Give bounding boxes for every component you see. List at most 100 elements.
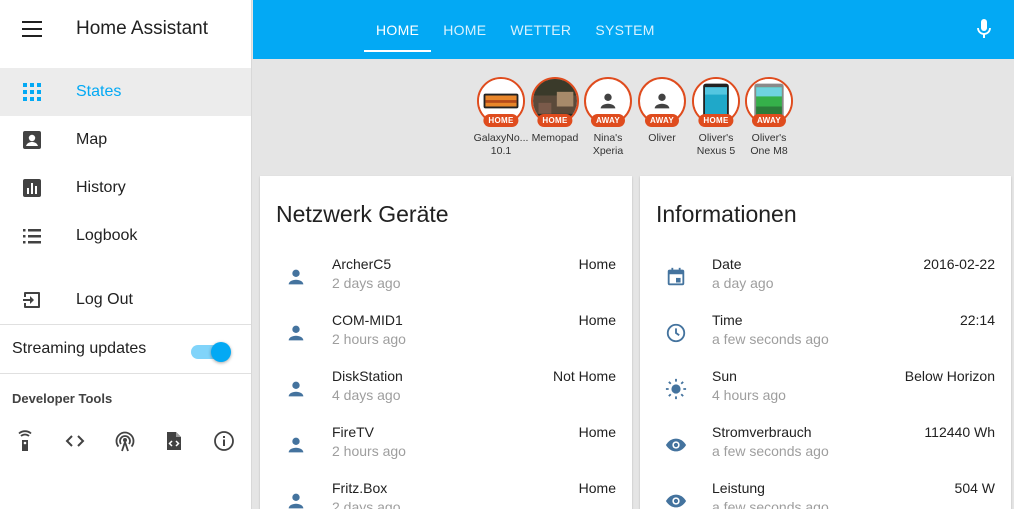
entity-state: Below Horizon	[904, 368, 995, 384]
list-icon	[22, 226, 42, 246]
entity-last-changed: 2 days ago	[332, 499, 401, 509]
badge-state: HOME	[698, 114, 734, 127]
badges-row: HOME GalaxyNo... 10.1 HOME Memopad AWAY N…	[253, 59, 1014, 169]
entity-state: 2016-02-22	[923, 256, 995, 272]
logout-label: Log Out	[76, 291, 133, 308]
app-title: Home Assistant	[76, 18, 208, 39]
badge-state: HOME	[483, 114, 519, 127]
entity-state: 22:14	[959, 312, 995, 328]
entity-name: Fritz.Box	[332, 480, 388, 496]
list-item[interactable]: Fritz.Box 2 days ago Home	[260, 473, 632, 509]
badge-name: Nina's Xperia	[592, 132, 624, 157]
person-icon	[276, 257, 316, 297]
sidebar: Home Assistant States Map History Logboo…	[0, 0, 252, 509]
entity-name: DiskStation	[332, 368, 403, 384]
card-title: Netzwerk Geräte	[276, 201, 449, 227]
list-item[interactable]: Date a day ago 2016-02-22	[640, 249, 1011, 305]
microphone-icon[interactable]	[976, 18, 992, 40]
badge-name: Oliver	[648, 132, 676, 144]
entity-last-changed: a few seconds ago	[712, 443, 829, 459]
badge-name: Oliver's Nexus 5	[696, 132, 736, 157]
tab-system[interactable]: SYSTEM	[583, 0, 666, 59]
entity-name: Sun	[712, 368, 737, 384]
badge-state: AWAY	[590, 114, 626, 127]
entity-last-changed: 4 hours ago	[712, 387, 786, 403]
sidebar-item-map[interactable]: Map	[0, 116, 251, 164]
code-tags-icon[interactable]	[64, 430, 86, 452]
streaming-updates-toggle[interactable]	[191, 339, 231, 362]
view-tabs: HOME HOME WETTER SYSTEM	[364, 0, 667, 59]
exit-icon	[22, 290, 42, 310]
sidebar-item-label: States	[76, 83, 122, 100]
entity-last-changed: 2 days ago	[332, 275, 401, 291]
entity-state: Home	[578, 256, 616, 272]
card-netzwerk-geraete: Netzwerk Geräte ArcherC5 2 days ago Home …	[260, 176, 632, 509]
entity-name: COM-MID1	[332, 312, 403, 328]
badge-olivers-one-m8[interactable]: AWAY Oliver's One M8	[741, 77, 797, 158]
sidebar-item-logbook[interactable]: Logbook	[0, 212, 251, 260]
sidebar-item-label: Logbook	[76, 227, 138, 244]
tab-wetter[interactable]: WETTER	[498, 0, 583, 59]
eye-icon	[656, 425, 696, 465]
badge-galaxy[interactable]: HOME GalaxyNo... 10.1	[473, 77, 529, 158]
info-icon[interactable]	[213, 430, 235, 452]
sidebar-header: Home Assistant	[0, 0, 251, 58]
remote-icon[interactable]	[14, 430, 36, 452]
calendar-icon	[656, 257, 696, 297]
entity-name: Time	[712, 312, 743, 328]
entity-last-changed: 4 days ago	[332, 387, 401, 403]
streaming-updates-row: Streaming updates	[0, 325, 251, 373]
entity-state: 504 W	[954, 480, 995, 496]
broadcast-icon[interactable]	[114, 430, 136, 452]
badge-name: Memopad	[531, 132, 579, 144]
clock-icon	[656, 313, 696, 353]
list-item[interactable]: ArcherC5 2 days ago Home	[260, 249, 632, 305]
sidebar-nav: States Map History Logbook Log Out	[0, 68, 251, 324]
list-item[interactable]: Time a few seconds ago 22:14	[640, 305, 1011, 361]
entity-state: Home	[578, 312, 616, 328]
entity-name: Leistung	[712, 480, 765, 496]
eye-icon	[656, 481, 696, 509]
logout-button[interactable]: Log Out	[0, 276, 251, 324]
sidebar-item-states[interactable]: States	[0, 68, 251, 116]
entity-state: 112440 Wh	[924, 424, 995, 440]
file-code-icon[interactable]	[163, 430, 185, 452]
badge-state: AWAY	[751, 114, 787, 127]
list-item[interactable]: COM-MID1 2 hours ago Home	[260, 305, 632, 361]
badge-state: HOME	[537, 114, 573, 127]
sidebar-item-label: Map	[76, 131, 108, 148]
list-item[interactable]: Stromverbrauch a few seconds ago 112440 W…	[640, 417, 1011, 473]
sidebar-item-history[interactable]: History	[0, 164, 251, 212]
entity-name: ArcherC5	[332, 256, 392, 272]
card-informationen: Informationen Date a day ago 2016-02-22 T…	[640, 176, 1011, 509]
list-item[interactable]: Sun 4 hours ago Below Horizon	[640, 361, 1011, 417]
entity-state: Home	[578, 480, 616, 496]
account-box-icon	[22, 130, 42, 150]
entity-state: Not Home	[552, 368, 616, 384]
tab-home-2[interactable]: HOME	[431, 0, 498, 59]
person-icon	[276, 313, 316, 353]
entity-last-changed: a day ago	[712, 275, 774, 291]
list-item[interactable]: DiskStation 4 days ago Not Home	[260, 361, 632, 417]
badge-ninas-xperia[interactable]: AWAY Nina's Xperia	[580, 77, 636, 158]
menu-icon[interactable]	[22, 21, 42, 37]
developer-tools	[0, 406, 251, 452]
apps-grid-icon	[22, 82, 42, 102]
badge-name: GalaxyNo... 10.1	[473, 132, 529, 157]
badge-oliver[interactable]: AWAY Oliver	[634, 77, 690, 145]
badge-memopad[interactable]: HOME Memopad	[527, 77, 583, 145]
tab-home[interactable]: HOME	[364, 0, 432, 59]
entity-state: Home	[578, 424, 616, 440]
streaming-updates-label: Streaming updates	[12, 340, 147, 357]
sidebar-item-label: History	[76, 179, 126, 196]
list-item[interactable]: Leistung a few seconds ago 504 W	[640, 473, 1011, 509]
badge-olivers-nexus-5[interactable]: HOME Oliver's Nexus 5	[688, 77, 744, 158]
person-icon	[276, 369, 316, 409]
list-item[interactable]: FireTV 2 hours ago Home	[260, 417, 632, 473]
badge-state: AWAY	[644, 114, 680, 127]
entity-last-changed: a few seconds ago	[712, 499, 829, 509]
person-icon	[276, 425, 316, 465]
developer-tools-title: Developer Tools	[12, 391, 113, 406]
card-title: Informationen	[656, 201, 797, 227]
person-icon	[276, 481, 316, 509]
